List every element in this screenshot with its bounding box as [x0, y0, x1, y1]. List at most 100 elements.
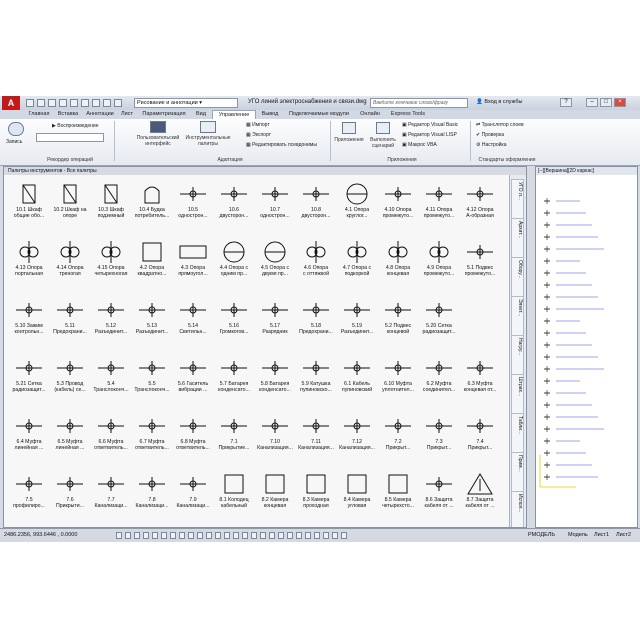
- tab-plugins[interactable]: Подключаемые модули: [284, 110, 354, 119]
- drafting-mode-toggle[interactable]: [143, 532, 149, 539]
- palette-side-tab[interactable]: Испол...: [511, 491, 524, 527]
- palette-tool[interactable]: 6.7 Муфта ответвитель...: [133, 413, 171, 465]
- drafting-mode-toggle[interactable]: [206, 532, 212, 539]
- palette-tool[interactable]: 6.6 Муфта ответвитель...: [92, 413, 130, 465]
- tab-parametric[interactable]: Параметризация: [138, 110, 190, 119]
- vba-macro-button[interactable]: ▣ Макрос VBA: [402, 142, 437, 148]
- palette-tool[interactable]: 10.6 двусторон...: [215, 181, 253, 233]
- palette-tool[interactable]: 10.1 Шкаф общие обо...: [10, 181, 48, 233]
- match-properties-icon[interactable]: [103, 99, 111, 107]
- login-button[interactable]: 👤 Вход в службы: [476, 99, 522, 105]
- palette-tool[interactable]: 6.1 Кабель пупиновский: [338, 355, 376, 407]
- palette-tool[interactable]: 4.5 Опора с двумя пр...: [256, 239, 294, 291]
- settings-button[interactable]: ⚙ Настройка: [476, 142, 507, 148]
- custom-ui-icon[interactable]: [150, 121, 166, 133]
- drafting-mode-toggle[interactable]: [179, 532, 185, 539]
- palette-tool[interactable]: 8.6 Защита кабеля от ...: [420, 471, 458, 523]
- palette-tool[interactable]: 7.1 Прикрытие...: [215, 413, 253, 465]
- check-button[interactable]: ✔ Проверка: [476, 132, 504, 138]
- drafting-mode-toggle[interactable]: [224, 532, 230, 539]
- tab-model[interactable]: Модель: [568, 532, 588, 538]
- edit-aliases-button[interactable]: ▦ Редактировать псевдонимы: [246, 142, 317, 148]
- palette-tool[interactable]: 5.2 Подвес концевой: [379, 297, 417, 349]
- drafting-mode-toggle[interactable]: [161, 532, 167, 539]
- drafting-mode-toggle[interactable]: [197, 532, 203, 539]
- open-icon[interactable]: [37, 99, 45, 107]
- drafting-mode-toggle[interactable]: [233, 532, 239, 539]
- drafting-mode-toggle[interactable]: [152, 532, 158, 539]
- drafting-mode-toggle[interactable]: [125, 532, 131, 539]
- palette-tool[interactable]: 4.8 Опора концевая: [379, 239, 417, 291]
- palette-tool[interactable]: 5.14 Светильн...: [174, 297, 212, 349]
- app-logo-icon[interactable]: A: [2, 96, 20, 110]
- palette-tool[interactable]: [461, 297, 499, 349]
- tab-express-tools[interactable]: Express Tools: [386, 110, 430, 119]
- tab-view[interactable]: Вид: [192, 110, 210, 119]
- palette-side-tab[interactable]: Прим...: [511, 452, 524, 492]
- drafting-mode-toggle[interactable]: [134, 532, 140, 539]
- apps-button[interactable]: Приложения: [332, 137, 366, 143]
- palette-tool[interactable]: 4.9 Опора промежуто...: [420, 239, 458, 291]
- drafting-mode-toggle[interactable]: [242, 532, 248, 539]
- qa-dropdown-icon[interactable]: [114, 99, 122, 107]
- palette-tool[interactable]: 7.6 Прикрыти...: [51, 471, 89, 523]
- tab-output[interactable]: Вывод: [258, 110, 282, 119]
- tab-insert[interactable]: Вставка: [54, 110, 82, 119]
- palette-tool[interactable]: 4.2 Опора квадратно...: [133, 239, 171, 291]
- palette-tool[interactable]: 7.7 Канализаци...: [92, 471, 130, 523]
- palette-tool[interactable]: 10.2 Шкаф на опоре: [51, 181, 89, 233]
- tab-sheet2[interactable]: Лист2: [616, 532, 631, 538]
- palette-tool[interactable]: 6.5 Муфта линейная ...: [51, 413, 89, 465]
- drafting-mode-toggle[interactable]: [215, 532, 221, 539]
- palette-tool[interactable]: 5.4 Транслоконч...: [92, 355, 130, 407]
- palette-tool[interactable]: 5.8 Батарея конденсато...: [256, 355, 294, 407]
- redo-icon[interactable]: [92, 99, 100, 107]
- vb-editor-button[interactable]: ▣ Редактор Visual Basic: [402, 122, 458, 128]
- palette-tool[interactable]: 8.5 Камера четырехсто...: [379, 471, 417, 523]
- drafting-mode-toggle[interactable]: [116, 532, 122, 539]
- drafting-mode-toggle[interactable]: [278, 532, 284, 539]
- palette-tool[interactable]: 8.3 Камера проходная: [297, 471, 335, 523]
- palette-side-tab[interactable]: Штрих...: [511, 374, 524, 414]
- tab-annotate[interactable]: Аннотации: [84, 110, 116, 119]
- tab-home[interactable]: Главная: [26, 110, 52, 119]
- lisp-editor-button[interactable]: ▣ Редактор Visual LISP: [402, 132, 457, 138]
- palette-tool[interactable]: 7.5 профилиро...: [10, 471, 48, 523]
- palette-tool[interactable]: 5.13 Разъединит...: [133, 297, 171, 349]
- palette-tool[interactable]: 5.18 Предохрани...: [297, 297, 335, 349]
- undo-icon[interactable]: [81, 99, 89, 107]
- maximize-button[interactable]: □: [600, 98, 612, 107]
- palette-tool[interactable]: 10.3 Шкаф подземный: [92, 181, 130, 233]
- drafting-mode-toggle[interactable]: [269, 532, 275, 539]
- palette-tool[interactable]: 6.8 Муфта ответвитель...: [174, 413, 212, 465]
- palette-tool[interactable]: 5.7 Батарея конденсато...: [215, 355, 253, 407]
- palette-tool[interactable]: 6.3 Муфта концевая от...: [461, 355, 499, 407]
- run-script-icon[interactable]: [376, 122, 390, 134]
- palette-tool[interactable]: 5.6 Гаситель вибрации ...: [174, 355, 212, 407]
- palette-side-tab[interactable]: Обору...: [511, 257, 524, 297]
- palette-tool[interactable]: 5.12 Разъединит...: [92, 297, 130, 349]
- palette-tool[interactable]: 8.7 Защита кабеля от ...: [461, 471, 499, 523]
- palette-tool[interactable]: 10.5 однострон...: [174, 181, 212, 233]
- palette-tool[interactable]: 5.5 Транслоконч...: [133, 355, 171, 407]
- drafting-mode-toggle[interactable]: [305, 532, 311, 539]
- workspace-select[interactable]: Рисование и аннотации ▾: [134, 98, 238, 108]
- palette-tool[interactable]: 4.13 Опора портальная: [10, 239, 48, 291]
- palette-tool[interactable]: 7.4 Прикрыт...: [461, 413, 499, 465]
- palette-tool[interactable]: 4.14 Опора треногая: [51, 239, 89, 291]
- palette-tool[interactable]: 7.9 Канализаци...: [174, 471, 212, 523]
- palette-side-tab[interactable]: Нагру...: [511, 335, 524, 375]
- export-button[interactable]: ▦ Экспорт: [246, 132, 271, 138]
- drafting-mode-toggle[interactable]: [287, 532, 293, 539]
- palette-tool[interactable]: 4.15 Опора четырехногая: [92, 239, 130, 291]
- tab-sheet1[interactable]: Лист1: [594, 532, 609, 538]
- palette-tool[interactable]: 5.19 Разъединит...: [338, 297, 376, 349]
- tool-palettes-icon[interactable]: [200, 121, 216, 133]
- close-button[interactable]: ×: [614, 98, 626, 107]
- record-button[interactable]: Запись: [6, 139, 22, 145]
- print-icon[interactable]: [70, 99, 78, 107]
- custom-ui-button[interactable]: Пользовательский интерфейс: [130, 135, 186, 147]
- help-button[interactable]: ?: [560, 98, 572, 107]
- run-script-button[interactable]: Выполнить сценарий: [366, 137, 400, 149]
- palette-tool[interactable]: 10.4 Будка потребитель...: [133, 181, 171, 233]
